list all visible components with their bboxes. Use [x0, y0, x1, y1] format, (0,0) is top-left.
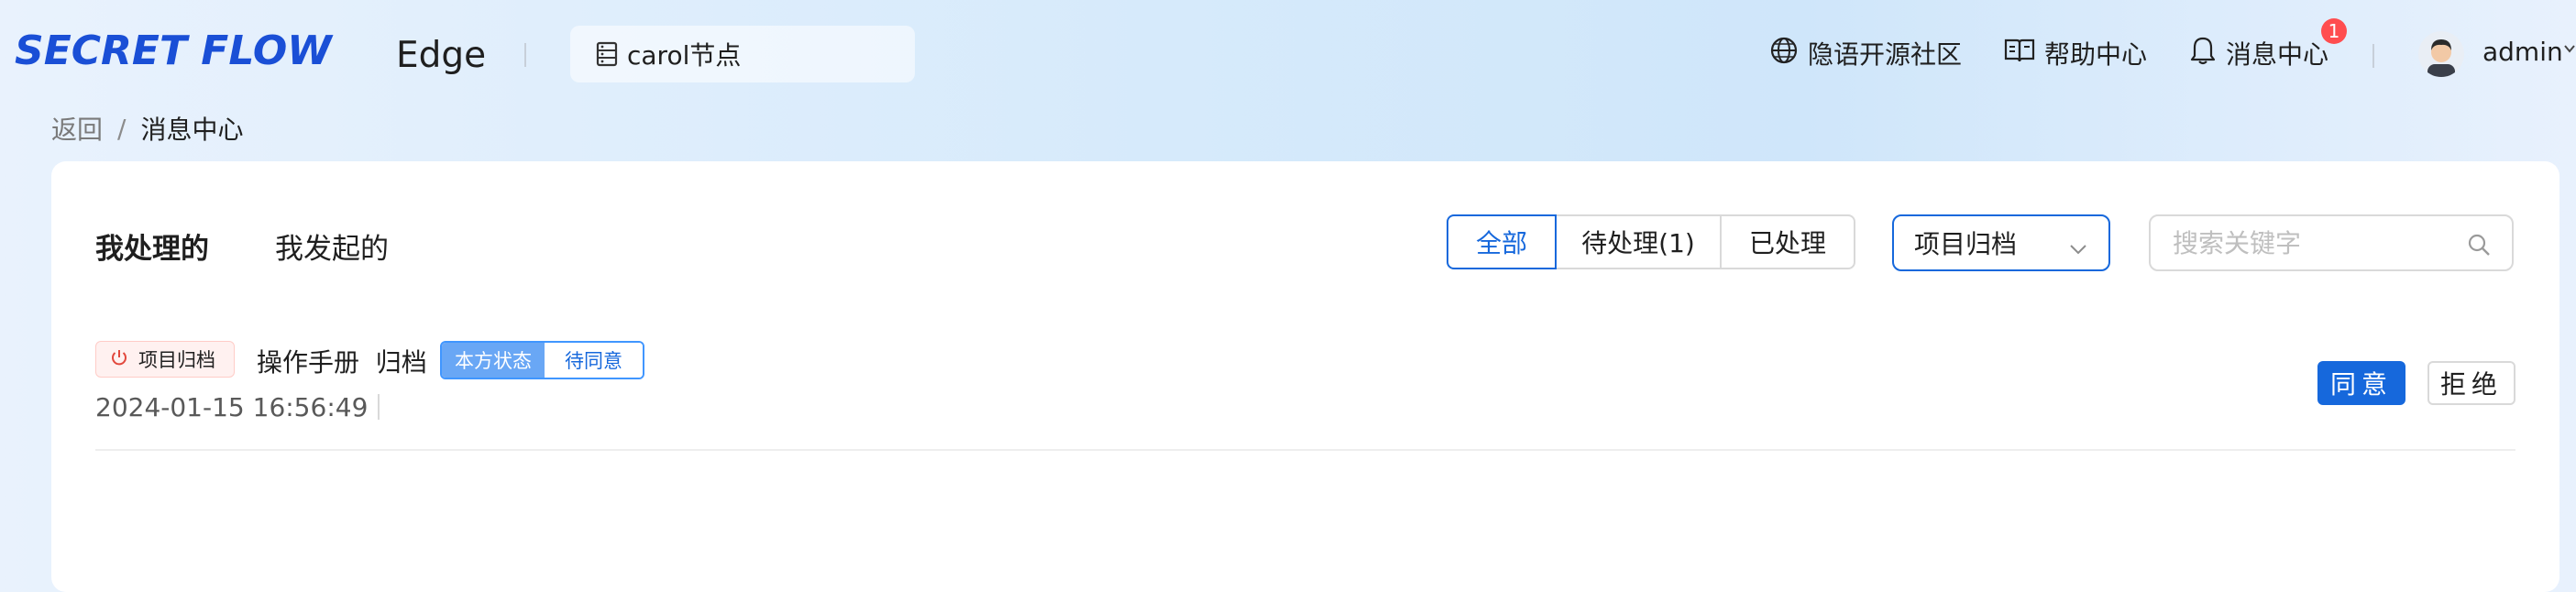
nav-help[interactable]: 帮助中心: [2004, 35, 2147, 71]
user-name[interactable]: admin: [2482, 37, 2563, 67]
search-input[interactable]: [2171, 226, 2449, 259]
nav-community-label: 隐语开源社区: [1808, 39, 1963, 70]
message-type-tag-label: 项目归档: [138, 349, 215, 371]
node-selector-value: carol节点: [627, 40, 742, 71]
logo-text: SECRET FLOW: [15, 27, 334, 73]
power-icon: [109, 347, 138, 372]
search-icon[interactable]: [2466, 232, 2492, 261]
message-title: 操作手册 归档: [257, 347, 427, 378]
message-type-select[interactable]: 项目归档: [1892, 214, 2110, 271]
status-value: 待同意: [545, 343, 643, 378]
node-selector[interactable]: carol节点: [570, 26, 915, 82]
filter-all[interactable]: 全部: [1447, 214, 1557, 269]
secretflow-logo[interactable]: SECRET FLOW: [15, 27, 345, 77]
message-type-value: 项目归档: [1914, 229, 2018, 259]
status-tag: 本方状态 待同意: [440, 341, 644, 379]
nav-messages-label: 消息中心: [2226, 39, 2329, 70]
tab-my-sent[interactable]: 我发起的: [275, 225, 389, 267]
chevron-down-icon: [2068, 235, 2088, 265]
book-icon: [2004, 37, 2044, 71]
agree-button[interactable]: 同意: [2317, 361, 2405, 405]
status-label: 本方状态: [442, 343, 545, 378]
filter-pending[interactable]: 待处理(1): [1555, 214, 1722, 269]
avatar-icon[interactable]: [2418, 31, 2464, 77]
message-time: 2024-01-15 16:56:49: [95, 392, 369, 422]
bell-icon: [2189, 36, 2226, 71]
filter-processed[interactable]: 已处理: [1720, 214, 1855, 269]
reject-button[interactable]: 拒绝: [2427, 361, 2515, 405]
breadcrumb-current: 消息中心: [140, 115, 244, 145]
breadcrumb-separator: /: [117, 113, 127, 144]
node-list-icon: [596, 41, 618, 67]
tab-my-processing[interactable]: 我处理的: [95, 225, 209, 267]
message-count-badge: 1: [2321, 18, 2347, 44]
product-name: Edge: [396, 35, 487, 76]
chevron-down-icon[interactable]: [2563, 40, 2576, 62]
nav-messages[interactable]: 消息中心: [2189, 35, 2328, 71]
message-type-tag: 项目归档: [95, 341, 235, 378]
breadcrumb: 返回 / 消息中心: [51, 110, 243, 147]
nav-community[interactable]: 隐语开源社区: [1769, 35, 1962, 71]
header-divider: [524, 43, 526, 67]
top-header: SECRET FLOW Edge carol节点 隐语开源社区 帮助中心 消息中…: [0, 0, 2576, 110]
nav-help-label: 帮助中心: [2044, 39, 2148, 70]
globe-icon: [1769, 36, 1808, 71]
search-box[interactable]: [2149, 214, 2514, 271]
breadcrumb-back-link[interactable]: 返回: [51, 110, 103, 147]
header-divider-2: [2372, 44, 2374, 68]
row-divider: [95, 449, 2515, 451]
time-divider: [378, 394, 380, 420]
